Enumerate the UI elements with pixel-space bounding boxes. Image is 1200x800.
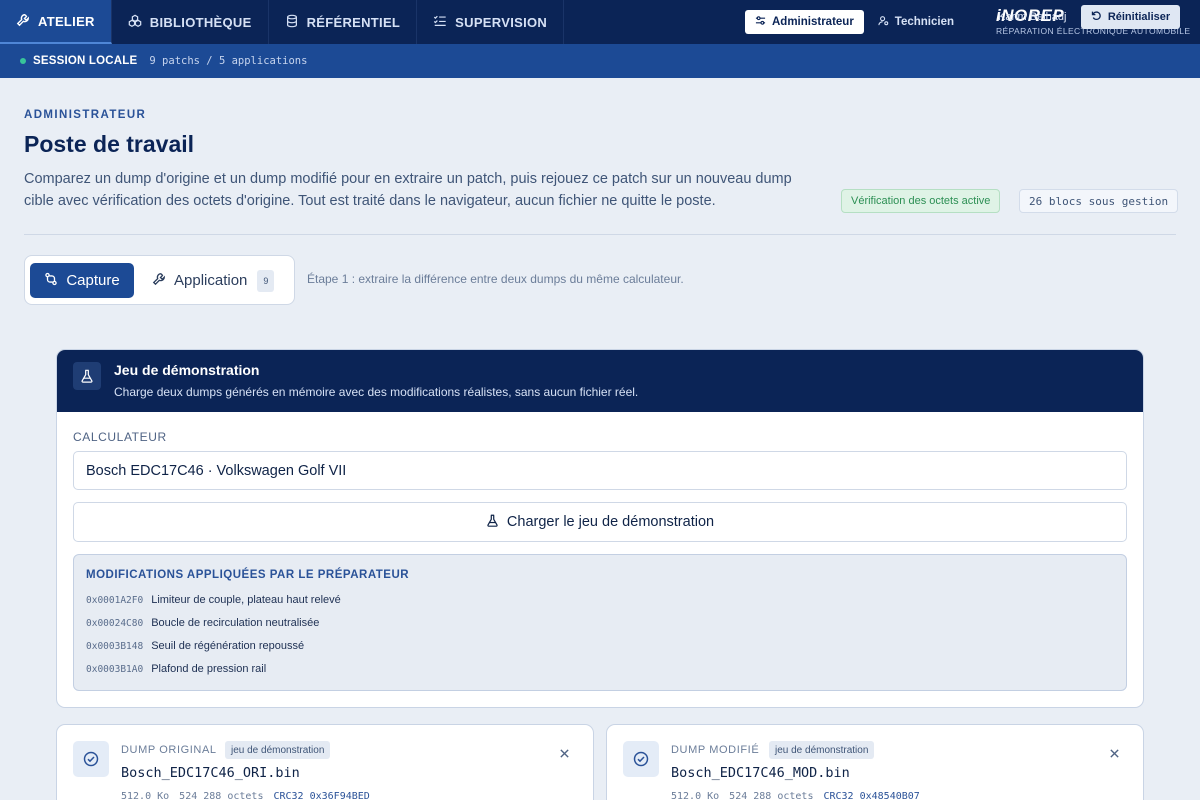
session-bar: SESSION LOCALE 9 patchs / 5 applications — [0, 44, 1200, 78]
modification-description: Plafond de pression rail — [151, 663, 267, 675]
modification-row: 0x0001A2F0 Limiteur de couple, plateau h… — [86, 594, 341, 606]
page-eyebrow: ADMINISTRATEUR — [24, 109, 147, 121]
dump-modified-bytes: 524 288 octets — [729, 791, 814, 800]
dump-original-size: 512.0 Ko — [121, 791, 170, 800]
tab-atelier[interactable]: ATELIER — [0, 0, 112, 44]
tab-bibliotheque-label: BIBLIOTHÈQUE — [149, 14, 252, 30]
modifications-box: MODIFICATIONS APPLIQUÉES PAR LE PRÉPARAT… — [73, 554, 1127, 691]
tab-referentiel[interactable]: RÉFÉRENTIEL — [269, 0, 418, 44]
modification-description: Limiteur de couple, plateau haut relevé — [151, 594, 341, 606]
role-switcher: Administrateur Technicien — [745, 10, 964, 34]
step-hint: Étape 1 : extraire la différence entre d… — [307, 272, 684, 286]
blocks-badge: 26 blocs sous gestion — [1019, 189, 1179, 213]
modification-description: Seuil de régénération repoussé — [151, 640, 305, 652]
reset-button[interactable]: Réinitialiser — [1081, 5, 1180, 29]
git-compare-icon — [44, 272, 58, 290]
dump-original-meta: 512.0 Ko 524 288 octets CRC32 0x36F94BED — [121, 791, 370, 800]
header-divider — [24, 234, 1176, 235]
dump-original-card: DUMP ORIGINAL jeu de démonstration Bosch… — [56, 724, 594, 800]
session-status-dot — [20, 58, 26, 64]
dump-original-bytes: 524 288 octets — [179, 791, 264, 800]
wrench-icon — [16, 13, 30, 30]
user-gear-icon — [878, 15, 889, 29]
dump-modified-label: DUMP MODIFIÉ — [671, 744, 760, 756]
demo-title: Jeu de démonstration — [114, 362, 260, 378]
modification-address: 0x0001A2F0 — [86, 595, 144, 606]
flask-icon — [486, 514, 499, 531]
mode-administrateur-label: Administrateur — [772, 16, 854, 28]
modification-row: 0x00024C80 Boucle de recirculation neutr… — [86, 617, 319, 629]
dump-original-tag: jeu de démonstration — [225, 741, 331, 759]
dump-modified-meta: 512.0 Ko 524 288 octets CRC32 0x48540B07 — [671, 791, 920, 800]
step-tabs: Capture Application 9 — [24, 255, 295, 305]
reset-label: Réinitialiser — [1107, 11, 1171, 23]
demo-subtitle: Charge deux dumps générés en mémoire ave… — [114, 385, 639, 399]
dump-original-filename: Bosch_EDC17C46_ORI.bin — [121, 765, 300, 781]
modification-row: 0x0003B148 Seuil de régénération repouss… — [86, 640, 304, 652]
cubes-icon — [128, 14, 142, 31]
dump-modified-crc: CRC32 0x48540B07 — [823, 791, 920, 800]
demo-header: Jeu de démonstration Charge deux dumps g… — [57, 350, 1143, 412]
demo-card: Jeu de démonstration Charge deux dumps g… — [56, 349, 1144, 708]
mode-administrateur-button[interactable]: Administrateur — [745, 10, 864, 34]
sliders-icon — [755, 15, 766, 29]
tab-capture-label: Capture — [66, 272, 120, 289]
reset-icon — [1091, 10, 1102, 24]
tab-supervision-label: SUPERVISION — [455, 14, 548, 30]
modifications-title: MODIFICATIONS APPLIQUÉES PAR LE PRÉPARAT… — [86, 569, 410, 581]
database-icon — [285, 14, 299, 31]
tab-atelier-label: ATELIER — [38, 13, 95, 29]
mode-technicien-label: Technicien — [894, 16, 955, 28]
modification-description: Boucle de recirculation neutralisée — [151, 617, 320, 629]
load-demo-button[interactable]: Charger le jeu de démonstration — [73, 502, 1127, 542]
modification-address: 0x0003B148 — [86, 641, 144, 652]
wrench-icon — [152, 272, 166, 290]
tab-bibliotheque[interactable]: BIBLIOTHÈQUE — [112, 0, 269, 44]
tab-supervision[interactable]: SUPERVISION — [417, 0, 565, 44]
dump-modified-tag: jeu de démonstration — [769, 741, 875, 759]
load-demo-label: Charger le jeu de démonstration — [506, 514, 715, 530]
tab-referentiel-label: RÉFÉRENTIEL — [306, 14, 401, 30]
session-user: Karim Belhadj — [998, 11, 1067, 23]
dump-original-label: DUMP ORIGINAL — [121, 744, 217, 756]
flask-icon — [73, 362, 101, 390]
page-description: Comparez un dump d'origine et un dump mo… — [24, 171, 792, 209]
calculator-select[interactable]: Bosch EDC17C46 · Volkswagen Golf VII — [73, 451, 1127, 490]
dump-modified-card: DUMP MODIFIÉ jeu de démonstration Bosch_… — [606, 724, 1144, 800]
tab-application-label: Application — [174, 272, 248, 289]
checklist-icon — [433, 14, 447, 31]
session-label: SESSION LOCALE — [33, 55, 138, 67]
close-icon[interactable] — [554, 743, 574, 763]
session-stats: 9 patchs / 5 applications — [149, 55, 308, 67]
page-title: Poste de travail — [24, 131, 195, 157]
close-icon[interactable] — [1104, 743, 1124, 763]
check-circle-icon — [623, 741, 659, 777]
dump-modified-filename: Bosch_EDC17C46_MOD.bin — [671, 765, 850, 781]
tab-application[interactable]: Application 9 — [152, 263, 275, 298]
modification-address: 0x0003B1A0 — [86, 664, 144, 675]
calculator-label: CALCULATEUR — [73, 430, 167, 444]
tab-capture[interactable]: Capture — [30, 263, 134, 298]
dump-original-crc: CRC32 0x36F94BED — [273, 791, 370, 800]
modification-row: 0x0003B1A0 Plafond de pression rail — [86, 663, 266, 675]
mode-technicien-button[interactable]: Technicien — [868, 10, 964, 34]
check-circle-icon — [73, 741, 109, 777]
modification-address: 0x00024C80 — [86, 618, 144, 629]
verification-badge: Vérification des octets active — [841, 189, 1001, 213]
dump-modified-size: 512.0 Ko — [671, 791, 720, 800]
application-count-badge: 9 — [257, 269, 275, 292]
